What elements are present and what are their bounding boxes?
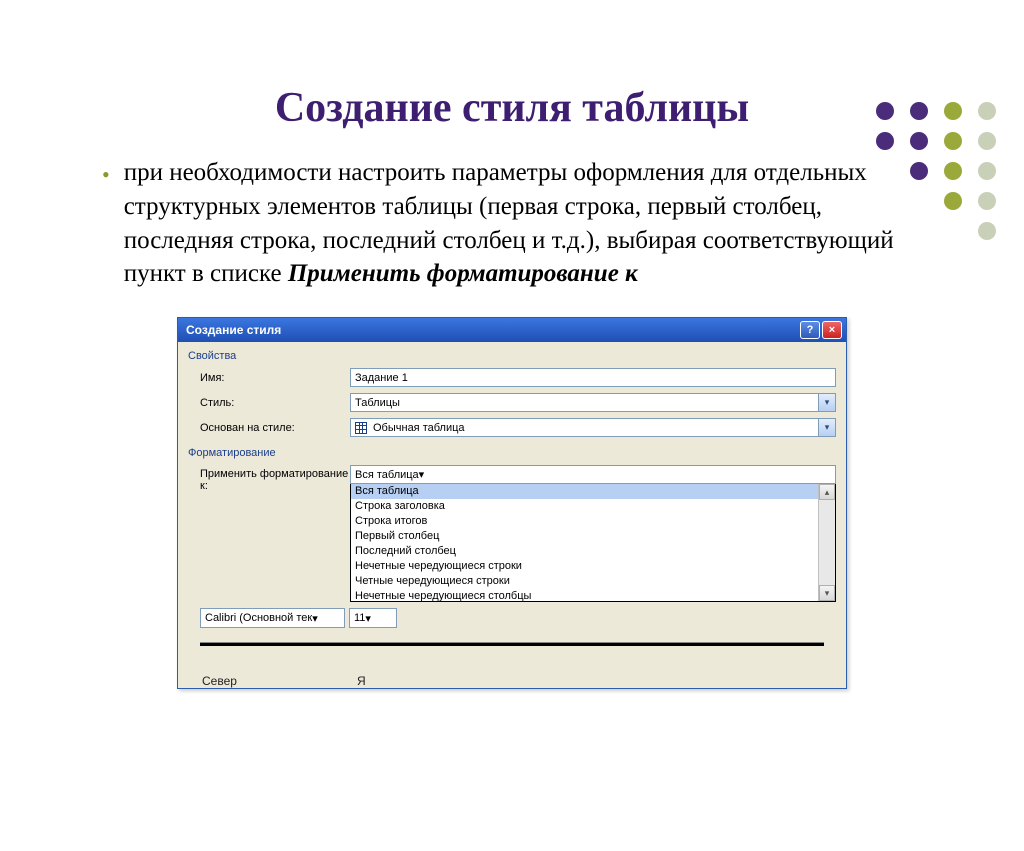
font-size-value: 11 (354, 612, 365, 624)
row-style: Стиль: Таблицы ▾ (200, 393, 836, 412)
chevron-down-icon: ▾ (818, 394, 835, 411)
select-apply-to[interactable]: Вся таблица ▾ (350, 465, 836, 484)
chevron-down-icon: ▾ (419, 468, 425, 481)
select-based-on-value: Обычная таблица (373, 422, 465, 434)
decor-dots (876, 102, 1002, 246)
list-item[interactable]: Строка итогов (351, 514, 835, 529)
select-font-size[interactable]: 11 ▾ (349, 608, 397, 628)
cutoff-text: Север (202, 674, 237, 688)
chevron-down-icon: ▾ (365, 612, 371, 625)
preview-cutoff: Север Я (202, 674, 836, 688)
row-based-on: Основан на стиле: Обычная таблица ▾ (200, 418, 836, 437)
list-item[interactable]: Нечетные чередующиеся столбцы (351, 589, 835, 602)
slide-title: Создание стиля таблицы (102, 84, 922, 132)
list-item[interactable]: Нечетные чередующиеся строки (351, 559, 835, 574)
dialog-titlebar: Создание стиля ? × (178, 318, 846, 342)
select-based-on[interactable]: Обычная таблица ▾ (350, 418, 836, 437)
chevron-down-icon: ▾ (312, 612, 318, 625)
cutoff-text: Я (357, 674, 366, 688)
bullet-icon: • (102, 160, 110, 291)
dialog-title: Создание стиля (186, 323, 281, 337)
label-apply-to: Применить форматирование к: (200, 465, 350, 492)
row-font: Calibri (Основной тек ▾ 11 ▾ (200, 608, 836, 628)
list-item[interactable]: Последний столбец (351, 544, 835, 559)
table-icon (355, 422, 367, 434)
list-item[interactable]: Первый столбец (351, 529, 835, 544)
list-item[interactable]: Четные чередующиеся строки (351, 574, 835, 589)
close-button[interactable]: × (822, 321, 842, 339)
list-item[interactable]: Вся таблица (351, 484, 835, 499)
row-apply-to: Применить форматирование к: Вся таблица … (200, 465, 836, 602)
style-dialog: Создание стиля ? × Свойства Имя: Задание… (177, 317, 847, 689)
scrollbar[interactable]: ▴ ▾ (818, 484, 835, 601)
help-button[interactable]: ? (800, 321, 820, 339)
label-name: Имя: (200, 372, 350, 384)
select-style-value: Таблицы (355, 397, 400, 409)
label-based-on: Основан на стиле: (200, 422, 350, 434)
apply-to-listbox[interactable]: Вся таблица Строка заголовка Строка итог… (350, 484, 836, 602)
slide-paragraph: при необходимости настроить параметры оф… (124, 156, 922, 291)
preview-divider (200, 642, 824, 646)
select-apply-to-value: Вся таблица (355, 469, 419, 481)
font-name-value: Calibri (Основной тек (205, 612, 312, 624)
select-font-name[interactable]: Calibri (Основной тек ▾ (200, 608, 345, 628)
section-formatting: Форматирование (188, 443, 836, 463)
select-style[interactable]: Таблицы ▾ (350, 393, 836, 412)
scroll-down-icon[interactable]: ▾ (819, 585, 835, 601)
section-properties: Свойства (188, 346, 836, 366)
list-item[interactable]: Строка заголовка (351, 499, 835, 514)
input-name[interactable]: Задание 1 (350, 368, 836, 387)
row-name: Имя: Задание 1 (200, 368, 836, 387)
chevron-down-icon: ▾ (818, 419, 835, 436)
input-name-value: Задание 1 (355, 372, 408, 384)
scroll-up-icon[interactable]: ▴ (819, 484, 835, 500)
paragraph-emphasis: Применить форматирование к (288, 260, 638, 287)
label-style: Стиль: (200, 397, 350, 409)
slide-body: • при необходимости настроить параметры … (102, 156, 922, 291)
